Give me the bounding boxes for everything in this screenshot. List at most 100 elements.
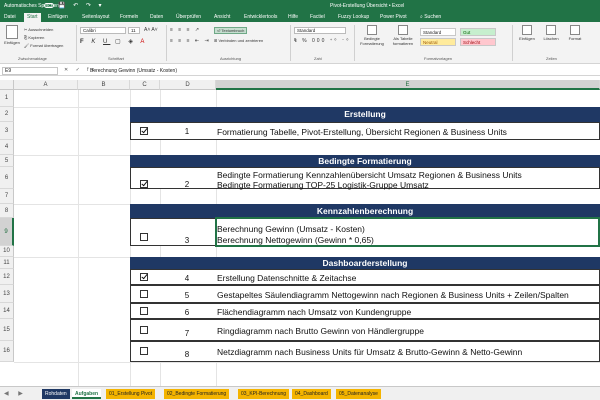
- row-header-16[interactable]: 16: [0, 341, 14, 362]
- task-checkbox[interactable]: [140, 290, 148, 298]
- row-header-14[interactable]: 14: [0, 303, 14, 319]
- conditional-format-label: Bedingte Formatierung: [360, 36, 384, 46]
- sheet-tab-03-kpi-berechnung[interactable]: 03_KPI-Berechnung: [238, 389, 290, 399]
- styles-group-label: Formatvorlagen: [424, 56, 453, 61]
- tab-factiel[interactable]: Factiel: [310, 14, 325, 20]
- row-header-6[interactable]: 6: [0, 167, 14, 189]
- format-as-table-button[interactable]: Als Tabelle formatieren: [388, 25, 418, 46]
- row-header-12[interactable]: 12: [0, 269, 14, 285]
- number-group-label: Zahl: [314, 56, 322, 61]
- number-format-select[interactable]: Standard: [294, 27, 346, 34]
- row-header-15[interactable]: 15: [0, 319, 14, 341]
- checkmark-icon: [141, 126, 148, 134]
- column-header-a[interactable]: A: [14, 80, 78, 90]
- formula-bar: E9 ✕ ✓ fx Berechnung Gewinn (Umsatz - Ko…: [0, 66, 600, 76]
- sheet-tab-aufgaben[interactable]: Aufgaben: [72, 389, 102, 399]
- task-number: 1: [184, 127, 190, 136]
- sheet-nav-arrows[interactable]: ◀ ▶: [4, 390, 27, 397]
- style-neutral[interactable]: Neutral: [420, 38, 456, 46]
- task-description-line2: Bedingte Formatierung TOP-25 Logistik-Gr…: [217, 180, 429, 190]
- search-box[interactable]: ⌕ Suchen: [420, 14, 441, 20]
- tab-datei[interactable]: Datei: [4, 14, 16, 20]
- format-cells-label: Format: [568, 36, 582, 41]
- autosave-toggle[interactable]: [44, 3, 54, 8]
- paste-button[interactable]: Einfügen: [3, 25, 21, 45]
- task-checkbox[interactable]: [140, 126, 148, 135]
- sheet-tab-01-erstellung-pivot[interactable]: 01_Erstellung Pivot: [106, 389, 156, 399]
- copy-button[interactable]: ⎘ Kopieren: [24, 35, 44, 40]
- format-painter-button[interactable]: 🖌 Format übertragen: [24, 43, 63, 48]
- task-number: 5: [184, 291, 190, 300]
- wrap-text-button[interactable]: ⏎ Textumbruch: [214, 27, 248, 34]
- task-checkbox[interactable]: [140, 179, 148, 188]
- quick-access-toolbar[interactable]: 💾 ↶ ↷ ▾: [58, 2, 105, 9]
- row-header-2[interactable]: 2: [0, 107, 14, 122]
- font-group-label: Schriftart: [108, 56, 125, 61]
- font-size-select[interactable]: 11: [128, 27, 140, 34]
- tab-power-pivot[interactable]: Power Pivot: [380, 14, 407, 20]
- number-format-buttons[interactable]: ₠ % 000 ⁺⁰ ⁻⁰: [294, 38, 350, 44]
- task-description: Netzdiagramm nach Business Units für Ums…: [217, 347, 523, 357]
- task-number: 6: [184, 308, 190, 317]
- task-description: Erstellung Datenschnitte & Zeitachse: [217, 273, 357, 283]
- checkmark-icon: [141, 272, 148, 280]
- font-style-buttons[interactable]: F K U ▢ ◈ A: [80, 38, 147, 45]
- sheet-tab-04-dashboard[interactable]: 04_Dashboard: [292, 389, 331, 399]
- tab-formeln[interactable]: Formeln: [120, 14, 138, 20]
- task-checkbox[interactable]: [140, 307, 148, 315]
- row-header-11[interactable]: 11: [0, 257, 14, 269]
- tab-entwicklertools[interactable]: Entwicklertools: [244, 14, 277, 20]
- formula-input[interactable]: Berechnung Gewinn (Umsatz - Kosten): [90, 68, 177, 74]
- task-checkbox[interactable]: [140, 326, 148, 334]
- column-header-e[interactable]: E: [216, 80, 600, 90]
- task-checkbox[interactable]: [140, 272, 148, 281]
- row-header-5[interactable]: 5: [0, 155, 14, 167]
- style-standard[interactable]: Standard: [420, 28, 456, 36]
- tab-einfuegen[interactable]: Einfügen: [48, 14, 68, 20]
- column-header-b[interactable]: B: [78, 80, 130, 90]
- tab-fuzzy-lookup[interactable]: Fuzzy Lookup: [338, 14, 369, 20]
- alignment-buttons-top[interactable]: ≡ ≡ ≡ ↗: [170, 27, 201, 33]
- clipboard-icon: [6, 25, 18, 39]
- section-header-kennzahlenberechnung: Kennzahlenberechnung: [130, 204, 600, 218]
- row-header-9[interactable]: 9: [0, 218, 14, 246]
- conditional-format-button[interactable]: Bedingte Formatierung: [358, 25, 386, 46]
- tab-ansicht[interactable]: Ansicht: [214, 14, 230, 20]
- row-header-8[interactable]: 8: [0, 204, 14, 218]
- alignment-buttons-bottom[interactable]: ≡ ≡ ≡ ⇤ ⇥: [170, 38, 211, 44]
- style-schlecht[interactable]: Schlecht: [460, 38, 496, 46]
- name-box[interactable]: E9: [2, 67, 58, 75]
- task-description: Gestapeltes Säulendiagramm Nettogewinn n…: [217, 290, 569, 300]
- style-gut[interactable]: Gut: [460, 28, 496, 36]
- row-header-4[interactable]: 4: [0, 140, 14, 155]
- merge-center-button[interactable]: ⊞ Verbinden und zentrieren: [214, 38, 263, 43]
- cut-button[interactable]: ✂ Ausschneiden: [24, 27, 53, 32]
- select-all-corner[interactable]: [0, 80, 14, 90]
- sheet-tab-05-datenanalyse[interactable]: 05_Datenanalyse: [336, 389, 381, 399]
- column-header-d[interactable]: D: [160, 80, 216, 90]
- row-header-13[interactable]: 13: [0, 285, 14, 303]
- font-name-select[interactable]: Calibri: [80, 27, 126, 34]
- task-checkbox[interactable]: [140, 347, 148, 355]
- row-header-3[interactable]: 3: [0, 122, 14, 140]
- merge-center-label: Verbinden und zentrieren: [218, 38, 264, 43]
- gridline: [78, 90, 79, 386]
- tab-daten[interactable]: Daten: [150, 14, 163, 20]
- row-header-10[interactable]: 10: [0, 246, 14, 257]
- tab-ueberpruefen[interactable]: Überprüfen: [176, 14, 201, 20]
- column-header-c[interactable]: C: [130, 80, 160, 90]
- insert-cells-button[interactable]: Einfügen: [516, 25, 538, 41]
- tab-seitenlayout[interactable]: Seitenlayout: [82, 14, 110, 20]
- tab-hilfe[interactable]: Hilfe: [288, 14, 298, 20]
- tab-start[interactable]: Start: [24, 13, 41, 22]
- delete-cells-button[interactable]: Löschen: [540, 25, 562, 41]
- sheet-tab-02-bedingte-formatierung[interactable]: 02_Bedingte Formatierung: [164, 389, 230, 399]
- task-description-line1: Berechnung Gewinn (Umsatz - Kosten): [217, 224, 365, 234]
- task-checkbox[interactable]: [140, 233, 148, 241]
- format-cells-button[interactable]: Format: [564, 25, 586, 41]
- sheet-tab-rohdaten[interactable]: Rohdaten: [42, 389, 70, 399]
- gridline: [14, 362, 600, 363]
- row-header-1[interactable]: 1: [0, 90, 14, 107]
- font-grow-icons[interactable]: A˄ A˅: [144, 27, 158, 33]
- row-header-7[interactable]: 7: [0, 189, 14, 204]
